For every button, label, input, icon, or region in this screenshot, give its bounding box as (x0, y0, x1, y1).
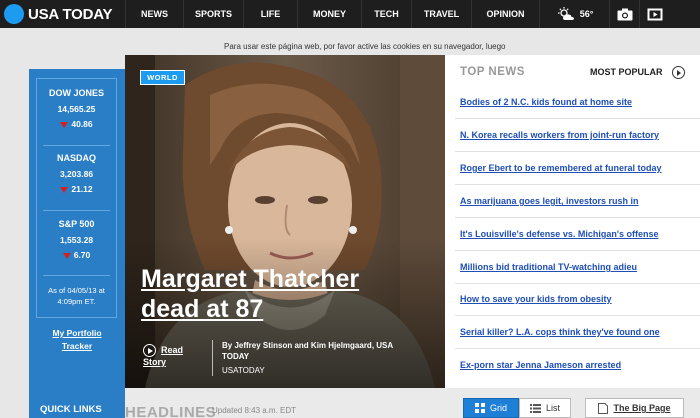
divider (455, 250, 700, 251)
market-value: 3,203.86 (59, 169, 94, 179)
divider (455, 217, 700, 218)
grid-icon (474, 403, 485, 413)
nav-money[interactable]: MONEY (297, 0, 361, 28)
divider (43, 210, 110, 211)
market-nasdaq[interactable]: NASDAQ 3,203.86 21.12 (37, 153, 116, 194)
weather-sun-cloud-icon (557, 7, 574, 20)
read-story-link[interactable]: Read Story (143, 344, 183, 368)
market-value: 1,553.28 (59, 235, 94, 245)
grid-view-button[interactable]: Grid (463, 398, 519, 418)
nav-travel[interactable]: TRAVEL (411, 0, 471, 28)
weather-temperature: 56° (579, 9, 594, 19)
photo-gallery-button[interactable] (609, 0, 639, 28)
market-change: 40.86 (37, 119, 116, 129)
headlines-heading: HEADLINES (125, 404, 217, 418)
arrow-circle-icon[interactable] (672, 66, 685, 79)
divider (43, 275, 110, 276)
top-news-heading: TOP NEWS (460, 66, 525, 78)
market-name: S&P 500 (58, 219, 95, 229)
weather-widget[interactable]: 56° (539, 0, 609, 28)
down-arrow-icon (60, 121, 69, 128)
markets-timestamp: As of 04/05/13 at 4:09pm ET. (37, 285, 116, 307)
markets-asof-line2: 4:09pm ET. (57, 297, 96, 306)
video-button[interactable] (639, 0, 669, 28)
read-story-line2: Story (143, 357, 167, 367)
most-popular-link[interactable]: MOST POPULAR (590, 67, 663, 77)
down-arrow-icon (60, 186, 69, 193)
hero-story[interactable] (125, 55, 445, 388)
markets-asof-line1: As of 04/05/13 at (48, 286, 105, 295)
market-change-value: 6.70 (73, 250, 91, 260)
divider (455, 151, 700, 152)
cookie-notice-text: Para usar este página web, por favor act… (224, 42, 506, 51)
market-dow-jones[interactable]: DOW JONES 14,565.25 40.86 (37, 88, 116, 129)
nav-tech[interactable]: TECH (361, 0, 411, 28)
divider (455, 315, 700, 316)
page-icon (598, 402, 609, 414)
video-icon (647, 8, 662, 20)
byline-authors: By Jeffrey Stinson and Kim Hjelmgaard, U… (222, 341, 393, 361)
list-view-button[interactable]: List (519, 398, 571, 418)
hero-byline: By Jeffrey Stinson and Kim Hjelmgaard, U… (212, 340, 416, 376)
updated-timestamp: Updated 8:43 a.m. EDT (212, 406, 297, 415)
hero-photo (125, 55, 445, 388)
divider (455, 348, 700, 349)
top-news-item[interactable]: Millions bid traditional TV-watching adi… (460, 262, 695, 272)
nav-life[interactable]: LIFE (243, 0, 297, 28)
markets-box: DOW JONES 14,565.25 40.86 NASDAQ 3,203.8… (36, 78, 117, 318)
divider (455, 118, 700, 119)
nav-news[interactable]: NEWS (125, 0, 183, 28)
divider (43, 145, 110, 146)
logo-text: USA TODAY (28, 5, 113, 23)
nav-opinion[interactable]: OPINION (471, 0, 539, 28)
divider (455, 184, 700, 185)
hero-headline[interactable]: Margaret Thatcher dead at 87 (141, 264, 401, 324)
top-news-item[interactable]: It's Louisville's defense vs. Michigan's… (460, 229, 695, 239)
usatoday-logo[interactable]: USA TODAY (0, 0, 125, 28)
big-page-button[interactable]: The Big Page (585, 398, 684, 418)
top-news-item[interactable]: N. Korea recalls workers from joint-run … (460, 130, 695, 140)
byline-source: USATODAY (222, 366, 265, 375)
top-news-item[interactable]: Roger Ebert to be remembered at funeral … (460, 163, 695, 173)
list-view-label: List (545, 403, 560, 413)
camera-icon (617, 8, 632, 20)
top-news-item[interactable]: Bodies of 2 N.C. kids found at home site (460, 97, 695, 107)
top-navigation: USA TODAY NEWS SPORTS LIFE MONEY TECH TR… (0, 0, 700, 28)
section-badge-world[interactable]: WORLD (140, 70, 185, 85)
grid-view-label: Grid (489, 403, 507, 413)
down-arrow-icon (62, 252, 71, 259)
market-name: NASDAQ (56, 153, 96, 163)
top-news-item[interactable]: Ex-porn star Jenna Jameson arrested (460, 360, 695, 370)
market-change-value: 21.12 (71, 184, 93, 194)
top-news-item[interactable]: As marijuana goes legit, investors rush … (460, 196, 695, 206)
market-change: 21.12 (37, 184, 116, 194)
portfolio-link-line2: Tracker (61, 341, 93, 351)
top-news-item[interactable]: How to save your kids from obesity (460, 294, 695, 304)
big-page-label: The Big Page (613, 403, 671, 413)
market-change: 6.70 (37, 250, 116, 260)
read-story-line1: Read (161, 345, 184, 355)
headline-line-1: Margaret Thatcher (141, 265, 360, 293)
nav-sports[interactable]: SPORTS (183, 0, 243, 28)
market-sp500[interactable]: S&P 500 1,553.28 6.70 (37, 219, 116, 260)
list-icon (529, 403, 541, 413)
portfolio-link-line1: My Portfolio (52, 328, 102, 338)
logo-dot-icon (4, 4, 24, 24)
quick-links-heading[interactable]: QUICK LINKS (40, 404, 102, 415)
market-name: DOW JONES (48, 88, 104, 98)
divider (455, 283, 700, 284)
market-value: 14,565.25 (57, 104, 96, 114)
top-news-item[interactable]: Serial killer? L.A. cops think they've f… (460, 327, 695, 337)
headline-line-2: dead at 87 (141, 295, 264, 323)
portfolio-tracker-link[interactable]: My Portfolio Tracker (29, 327, 125, 353)
market-change-value: 40.86 (71, 119, 93, 129)
